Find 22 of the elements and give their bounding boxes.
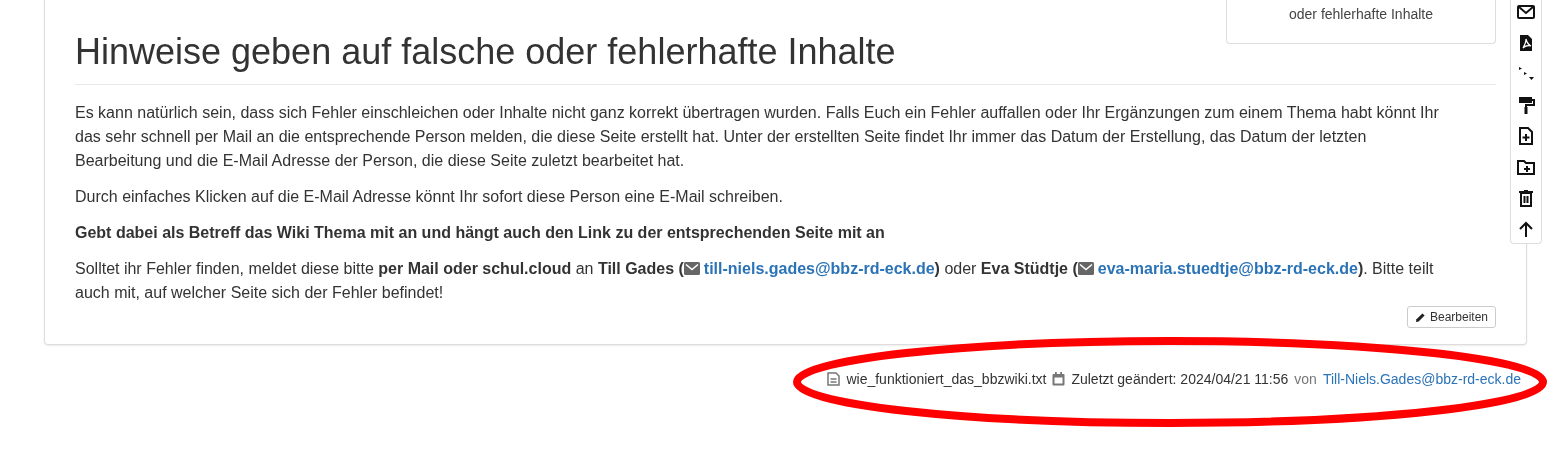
paragraph: Es kann natürlich sein, dass sich Fehler einschleichen oder Inhalte nicht ganz korrekt übertragen wurden. Falls Euch ein Fehler auffallen oder Ihr Ergänzungen zum einem Thema habt könnt Ihr das sehr schnell per Mail an die entsprechende Person melden, die diese Seite erstellt hat. Unter der erstellten Seite findet Ihr immer das Datum der Erstellung, das Datum der letzten Bearbeitung und die E-Mail Adresse der Person, die diese Seite zuletzt bearbeitet hat. xyxy=(75,103,1440,171)
file-icon xyxy=(827,372,841,386)
pencil-icon xyxy=(1414,311,1426,323)
file-name: wie_funktioniert_das_bbzwiki.txt xyxy=(846,371,1047,387)
email-link[interactable]: till-niels.gades@bbz-rd-eck.de xyxy=(703,260,935,277)
folder-plus-icon[interactable] xyxy=(1516,157,1536,177)
toc-link[interactable]: oder fehlerhafte Inhalte xyxy=(1289,6,1433,22)
paragraph: Solltet ihr Fehler finden, meldet diese bitte per Mail oder schul.cloud an Till Gades ( till-niels.gades@bbz-rd-eck.de) oder Eva Stüdtje ( eva-maria.stuedtje@bbz-rd-eck.de). Bitte teilt auch mit, auf welcher Seite sich der Fehler befindet! xyxy=(75,259,1435,303)
edit-button[interactable]: Bearbeiten xyxy=(1406,306,1496,328)
mail-icon xyxy=(683,262,700,275)
paragraph: Durch einfaches Klicken auf die E-Mail Adresse könnt Ihr sofort diese Person eine E-Mail schreiben. xyxy=(75,187,784,207)
author-link[interactable]: Till-Niels.Gades@bbz-rd-eck.de xyxy=(1322,371,1521,387)
mail-icon xyxy=(1077,262,1094,275)
paint-roller-icon[interactable] xyxy=(1516,95,1536,115)
bold-paragraph: Gebt dabei als Betreff das Wiki Thema mit an und hängt auch den Link zu der entsprechenden Seite mit an xyxy=(75,223,886,243)
email-link[interactable]: eva-maria.stuedtje@bbz-rd-eck.de xyxy=(1097,260,1358,277)
calendar-icon xyxy=(1052,372,1066,386)
last-modified: Zuletzt geändert: 2024/04/21 11:56 xyxy=(1071,371,1289,387)
mail-icon[interactable] xyxy=(1516,2,1536,22)
file-plus-icon[interactable] xyxy=(1516,126,1536,146)
by-label: von xyxy=(1294,371,1317,387)
trash-icon[interactable] xyxy=(1516,188,1536,208)
